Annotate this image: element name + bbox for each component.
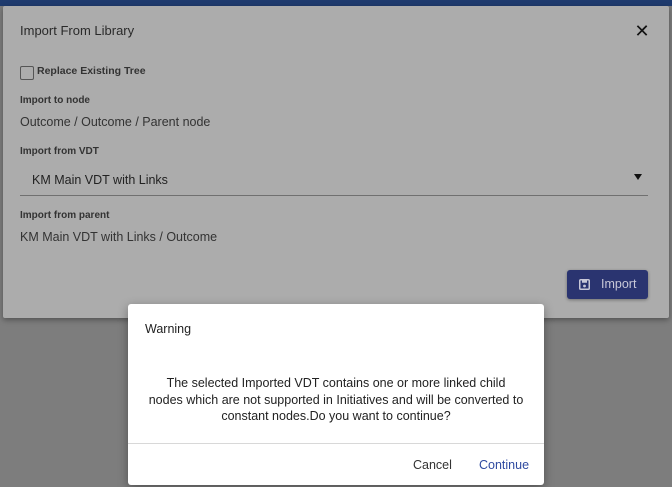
import-to-node-path: Outcome / Outcome / Parent node bbox=[20, 115, 211, 129]
continue-button[interactable]: Continue bbox=[479, 458, 529, 472]
warning-title: Warning bbox=[145, 322, 192, 336]
warning-dialog: Warning The selected Imported VDT contai… bbox=[128, 304, 544, 485]
import-button-label: Import bbox=[601, 277, 637, 291]
close-icon[interactable]: ✕ bbox=[634, 21, 650, 41]
import-from-vdt-label: Import from VDT bbox=[20, 146, 99, 157]
import-from-parent-label: Import from parent bbox=[20, 210, 110, 221]
import-to-node-label: Import to node bbox=[20, 95, 90, 106]
replace-existing-tree-label: Replace Existing Tree bbox=[37, 65, 146, 77]
caret-down-icon bbox=[634, 174, 642, 180]
import-from-parent-path: KM Main VDT with Links / Outcome bbox=[20, 230, 218, 244]
import-from-vdt-select[interactable]: KM Main VDT with Links bbox=[20, 166, 648, 196]
cancel-button[interactable]: Cancel bbox=[413, 458, 452, 472]
import-from-vdt-value: KM Main VDT with Links bbox=[32, 173, 168, 187]
import-button[interactable]: Import bbox=[567, 270, 648, 299]
divider bbox=[128, 443, 544, 444]
replace-existing-tree-checkbox[interactable] bbox=[20, 66, 34, 80]
save-icon bbox=[579, 279, 590, 290]
import-from-library-dialog: Import From Library ✕ Replace Existing T… bbox=[3, 6, 669, 318]
dialog-title: Import From Library bbox=[20, 23, 135, 38]
warning-message: The selected Imported VDT contains one o… bbox=[148, 376, 524, 423]
